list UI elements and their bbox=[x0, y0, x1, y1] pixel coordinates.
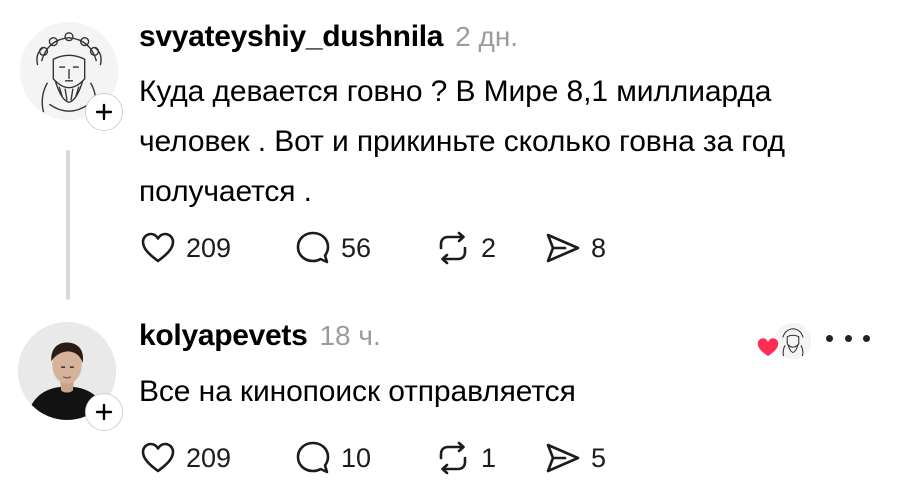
like-count: 209 bbox=[186, 442, 232, 473]
follow-button[interactable] bbox=[86, 394, 122, 430]
paper-plane-icon bbox=[546, 233, 580, 263]
ellipsis-dot bbox=[844, 334, 852, 342]
comment-button[interactable]: 56 bbox=[293, 228, 433, 268]
red-heart-icon bbox=[756, 336, 780, 358]
thread-line bbox=[66, 150, 70, 300]
comment-count: 56 bbox=[341, 232, 372, 263]
heart-outline-icon bbox=[141, 232, 175, 263]
ellipsis-dot bbox=[863, 334, 870, 342]
share-count: 5 bbox=[591, 442, 607, 473]
username[interactable]: kolyapevets bbox=[139, 319, 308, 353]
post-text: Все на кинопоиск отправляется bbox=[139, 375, 576, 408]
action-bar: 209 10 1 5 bbox=[138, 438, 623, 478]
post-1: svyateyshiy_dushnila 2 дн. Куда девается… bbox=[0, 0, 900, 305]
like-button[interactable]: 209 bbox=[138, 438, 293, 478]
speech-bubble-icon bbox=[296, 231, 330, 264]
like-button[interactable]: 209 bbox=[138, 228, 293, 268]
share-button[interactable]: 5 bbox=[543, 438, 623, 478]
repost-button[interactable]: 1 bbox=[433, 438, 543, 478]
comment-count: 10 bbox=[341, 442, 372, 473]
post-header: svyateyshiy_dushnila 2 дн. bbox=[139, 20, 518, 54]
comment-button[interactable]: 10 bbox=[293, 438, 433, 478]
repost-button[interactable]: 2 bbox=[433, 228, 543, 268]
repost-count: 2 bbox=[481, 232, 497, 263]
speech-bubble-icon bbox=[296, 441, 330, 474]
more-options-button[interactable] bbox=[826, 325, 870, 351]
repost-arrows-icon bbox=[439, 231, 467, 265]
plus-icon bbox=[95, 403, 113, 421]
action-bar: 209 56 2 8 bbox=[138, 228, 623, 268]
plus-icon bbox=[95, 103, 113, 121]
paper-plane-icon bbox=[546, 443, 580, 473]
timestamp: 18 ч. bbox=[319, 320, 381, 351]
post-text: Куда девается говно ? В Мире 8,1 миллиар… bbox=[139, 75, 785, 208]
post-2: kolyapevets 18 ч. Все на кинопоиск отпра… bbox=[0, 305, 900, 495]
post-header: kolyapevets 18 ч. bbox=[139, 319, 381, 353]
share-count: 8 bbox=[591, 232, 607, 263]
ellipsis-dot bbox=[826, 334, 833, 342]
share-button[interactable]: 8 bbox=[543, 228, 623, 268]
heart-outline-icon bbox=[141, 442, 175, 473]
repost-count: 1 bbox=[481, 442, 497, 473]
like-count: 209 bbox=[186, 232, 232, 263]
username[interactable]: svyateyshiy_dushnila bbox=[139, 20, 443, 54]
timestamp: 2 дн. bbox=[455, 21, 519, 52]
liked-by-author-badge bbox=[755, 323, 813, 361]
follow-button[interactable] bbox=[86, 94, 122, 130]
repost-arrows-icon bbox=[439, 441, 467, 475]
